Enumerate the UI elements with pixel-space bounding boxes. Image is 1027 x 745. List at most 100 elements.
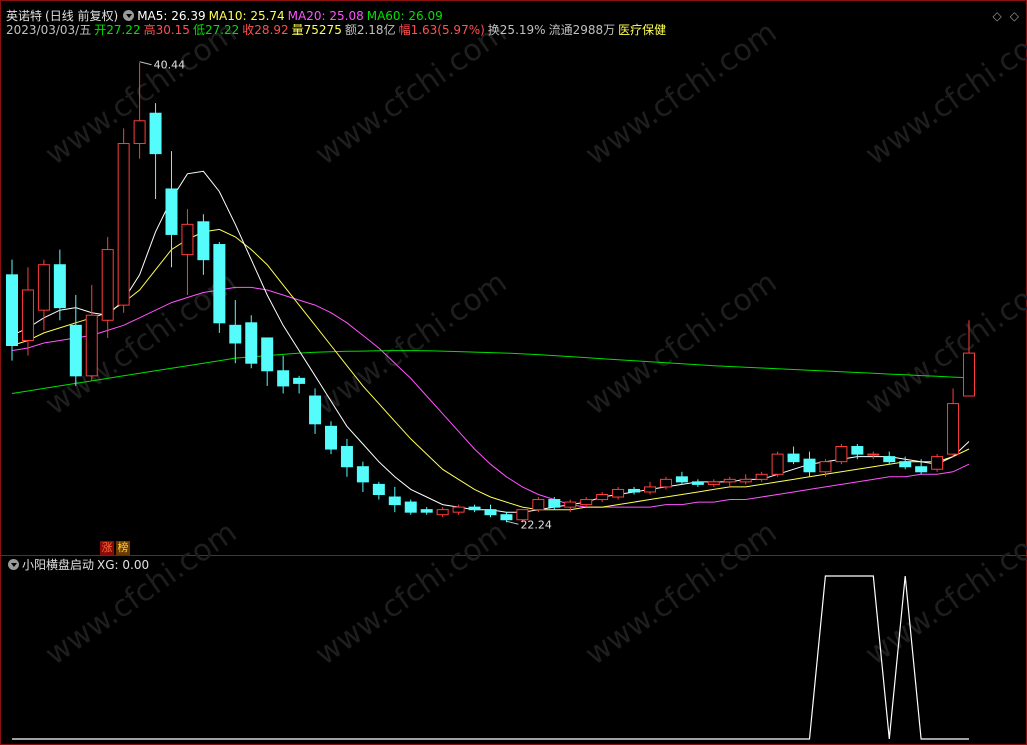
candle-body-up xyxy=(436,509,449,516)
candle xyxy=(484,504,497,518)
candle-body-up xyxy=(659,478,672,488)
candle-body-up xyxy=(963,352,975,397)
open-value: 开27.22 xyxy=(94,23,141,37)
candle-body-up xyxy=(867,453,880,456)
candle-body-down xyxy=(404,501,417,513)
date-label: 2023/03/03/五 xyxy=(6,23,92,37)
annotation-leader xyxy=(506,520,519,525)
header-row-1: 英诺特 (日线 前复权) MA5: 26.39 MA10: 25.74 MA20: 25… xyxy=(6,9,446,23)
period-label[interactable]: (日线 前复权) xyxy=(45,9,118,23)
candle-body-down xyxy=(388,496,401,506)
candle xyxy=(867,451,880,460)
ranking-tag[interactable]: 榜 xyxy=(116,541,130,555)
candle-body-down xyxy=(484,509,497,516)
candle xyxy=(101,236,114,338)
diamond-icon[interactable]: ◇ xyxy=(993,9,1002,23)
candle-body-up xyxy=(612,488,625,498)
sector-label[interactable]: 医疗保健 xyxy=(618,23,666,37)
candle xyxy=(261,337,274,386)
mark-icon[interactable]: ◇ xyxy=(1010,9,1019,23)
indicator-title[interactable]: 小阳横盘启动 xyxy=(22,558,94,572)
candle-body-up xyxy=(755,473,768,480)
candle xyxy=(340,438,353,477)
candle-body-up xyxy=(580,499,593,506)
candle-body-up xyxy=(452,506,465,513)
indicator-dropdown-icon[interactable] xyxy=(8,559,19,570)
candle-body-down xyxy=(213,244,226,324)
indicator-header: 小阳横盘启动 XG: 0.00 xyxy=(6,558,152,572)
candle xyxy=(325,421,337,455)
watermark-text: www.cfchi.com xyxy=(309,515,513,673)
candle xyxy=(6,259,18,361)
watermark-layer: www.cfchi.com www.cfchi.com www.cfchi.com w… xyxy=(39,15,1027,673)
watermark-text: www.cfchi.com xyxy=(859,265,1027,423)
candle xyxy=(468,504,481,513)
candle xyxy=(723,476,736,487)
candle-body-up xyxy=(564,501,577,508)
candle-body-down xyxy=(293,377,306,384)
candle-body-down xyxy=(197,221,210,261)
candle-body-up xyxy=(723,478,736,483)
candle xyxy=(644,481,656,495)
limit-up-tag[interactable]: 涨 xyxy=(100,541,114,555)
watermark-text: www.cfchi.com xyxy=(579,15,783,173)
candle-body-up xyxy=(133,120,146,145)
candle xyxy=(931,454,944,472)
candle-body-up xyxy=(835,446,848,463)
candle xyxy=(883,451,896,465)
candle-body-up xyxy=(21,289,34,341)
candle-body-down xyxy=(229,324,242,344)
candle-body-up xyxy=(771,453,784,475)
candle-body-down xyxy=(675,476,688,483)
watermark-text: www.cfchi.com xyxy=(39,15,243,173)
candle xyxy=(532,497,545,513)
ma5-value: MA5: 26.39 xyxy=(137,9,206,23)
candle xyxy=(117,128,130,313)
top-right-toolbar: ◇ ◇ xyxy=(985,9,1019,23)
candle xyxy=(404,499,417,515)
stock-name[interactable]: 英诺特 xyxy=(6,9,42,23)
candle-body-down xyxy=(787,453,800,463)
candle xyxy=(612,486,625,500)
indicator-value: XG: 0.00 xyxy=(97,558,150,572)
close-value: 收28.92 xyxy=(242,23,289,37)
candle-body-down xyxy=(899,461,912,468)
candle xyxy=(436,507,449,518)
candle-body-down xyxy=(149,112,162,155)
candle-body-up xyxy=(596,494,609,501)
candle-body-down xyxy=(6,274,18,347)
candle xyxy=(388,486,401,513)
change-value: 幅1.63(5.97%) xyxy=(398,23,485,37)
candle-body-down xyxy=(420,509,433,513)
annotation-label: 40.44 xyxy=(154,59,186,72)
candle xyxy=(675,471,688,485)
candle-body-down xyxy=(468,506,481,511)
candle-body-up xyxy=(739,478,752,483)
candle xyxy=(628,486,641,495)
candle xyxy=(229,300,242,364)
candle-body-down xyxy=(851,446,864,455)
candle-body-down xyxy=(883,456,896,463)
candle xyxy=(803,451,816,477)
candle xyxy=(596,491,609,503)
ma20-value: MA20: 25.08 xyxy=(287,9,364,23)
turnover-value: 换25.19% xyxy=(487,23,546,37)
volume-value: 量75275 xyxy=(291,23,342,37)
ma-dropdown-icon[interactable] xyxy=(123,10,135,21)
candle xyxy=(213,242,226,333)
candle-body-down xyxy=(500,514,513,521)
candle xyxy=(149,103,162,200)
candle-body-up xyxy=(644,486,656,493)
candle-body-down xyxy=(245,322,258,364)
watermark-text: www.cfchi.com xyxy=(309,15,513,173)
high-value: 高30.15 xyxy=(143,23,190,37)
annotation-label: 22.24 xyxy=(520,518,552,531)
header-row-2: 2023/03/03/五 开27.22 高30.15 低27.22 收28.92 量752… xyxy=(6,23,669,37)
candle-body-up xyxy=(101,249,114,321)
annotation-leader xyxy=(139,61,152,66)
watermark-text: www.cfchi.com xyxy=(309,265,513,423)
candle-body-down xyxy=(628,488,641,493)
candle-body-up xyxy=(819,461,832,473)
candle-body-up xyxy=(532,499,545,511)
candle xyxy=(420,507,433,515)
